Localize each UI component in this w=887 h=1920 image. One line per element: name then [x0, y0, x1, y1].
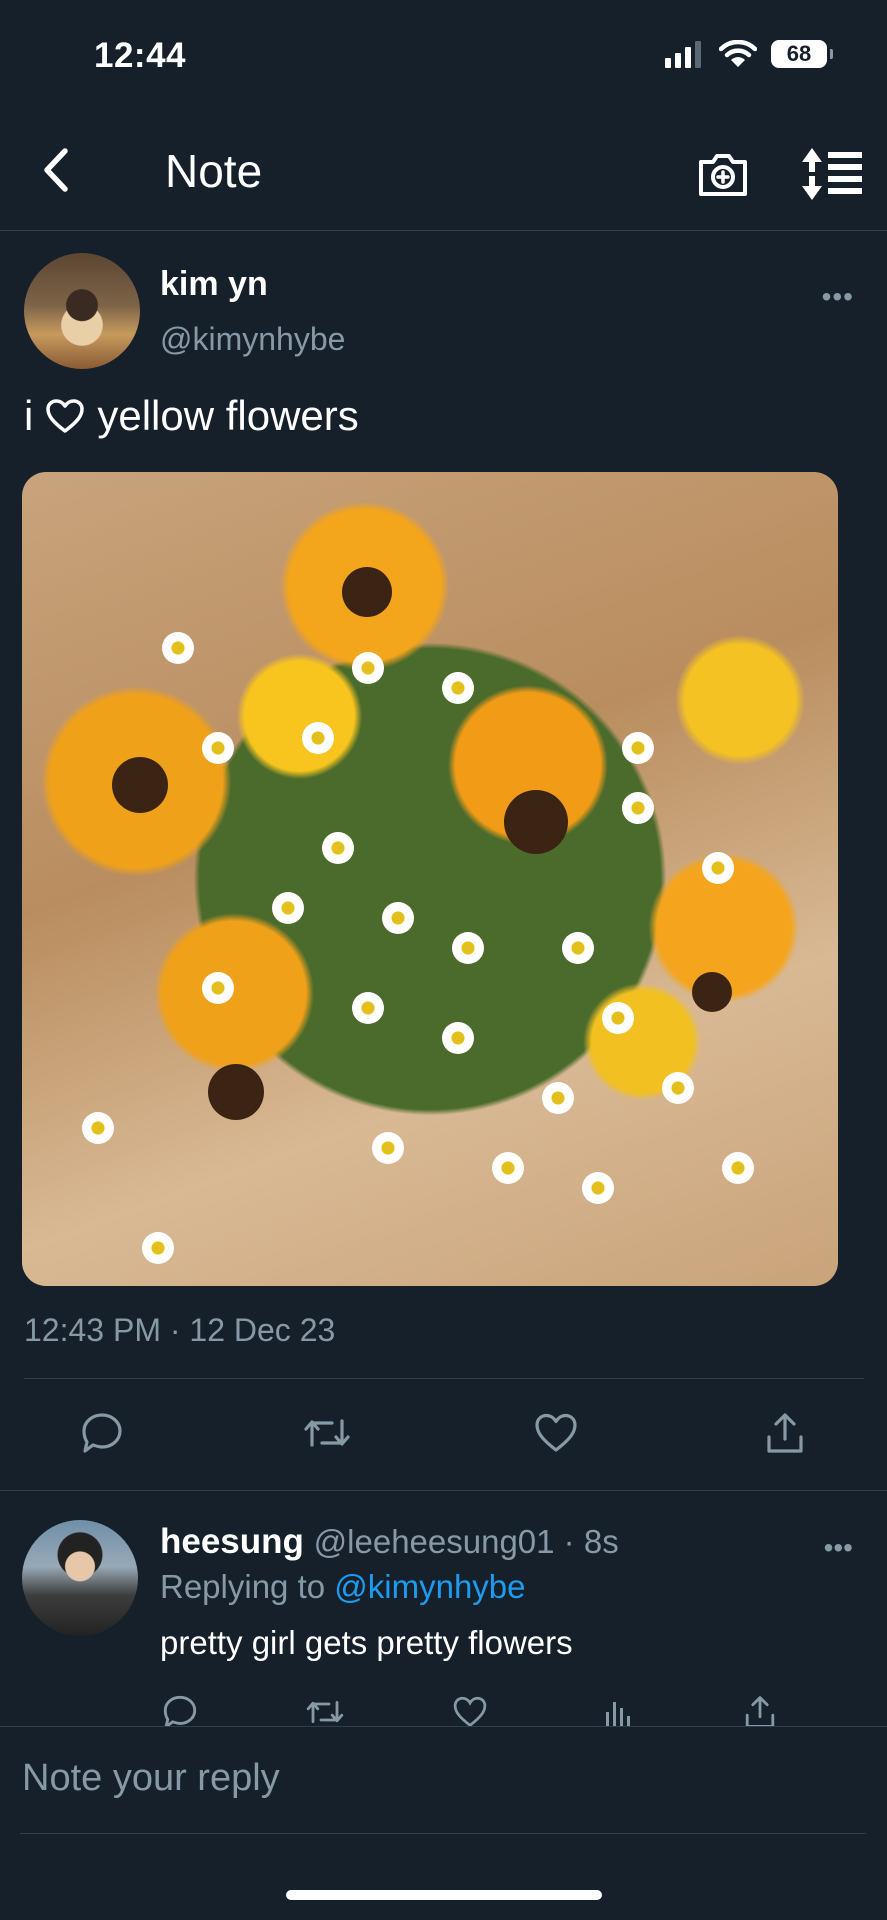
author-avatar[interactable] — [24, 253, 140, 369]
daisy — [272, 892, 304, 924]
reply-input[interactable] — [20, 1747, 864, 1809]
replying-to-prefix: Replying to — [160, 1568, 326, 1605]
replying-to: Replying to @kimynhybe — [160, 1568, 526, 1606]
tweet-actions — [0, 1408, 887, 1468]
daisy — [442, 1022, 474, 1054]
reply-tweet[interactable]: heesung @leeheesung01 · 8s ••• Replying … — [0, 1520, 887, 1730]
wifi-icon — [719, 40, 757, 67]
author-name[interactable]: kim yn — [160, 265, 268, 304]
tweet-text-end: yellow flowers — [97, 392, 359, 439]
nav-bar: Note — [0, 120, 887, 231]
retweet-icon — [304, 1419, 350, 1447]
camera-icon — [699, 154, 747, 196]
analytics-icon — [606, 1702, 630, 1726]
heart-icon — [46, 399, 85, 433]
back-button[interactable] — [28, 142, 84, 198]
status-bar: 12:44 68 — [0, 0, 887, 110]
sort-icon — [802, 148, 862, 200]
reply-author: heesung @leeheesung01 · 8s — [160, 1522, 619, 1562]
reply-text: pretty girl gets pretty flowers — [160, 1624, 573, 1661]
more-options-button[interactable]: ••• — [822, 281, 854, 313]
camera-button[interactable] — [695, 146, 751, 202]
daisy — [542, 1082, 574, 1114]
daisy — [322, 832, 354, 864]
daisy — [82, 1112, 114, 1144]
replying-to-link[interactable]: @kimynhybe — [334, 1568, 525, 1605]
daisy — [202, 732, 234, 764]
daisy — [562, 932, 594, 964]
daisy — [582, 1172, 614, 1204]
sort-button[interactable] — [800, 144, 864, 204]
author-handle[interactable]: @kimynhybe — [160, 321, 345, 358]
sunflower — [504, 790, 568, 854]
share-icon — [767, 1413, 803, 1453]
battery-level: 68 — [786, 41, 812, 66]
share-button[interactable] — [760, 1408, 810, 1458]
reply-author-name[interactable]: heesung — [160, 1522, 304, 1561]
tweet-text: i yellow flowers — [24, 392, 359, 440]
tweet-photo[interactable] — [22, 472, 838, 1286]
sunflower — [112, 757, 168, 813]
tweet-timestamp: 12:43 PM · 12 Dec 23 — [24, 1312, 336, 1348]
battery-indicator: 68 — [771, 40, 833, 68]
daisy — [302, 722, 334, 754]
sunflower — [692, 972, 732, 1012]
daisy — [382, 902, 414, 934]
reply-icon — [163, 1695, 197, 1730]
back-arrow-icon — [44, 148, 68, 192]
daisy — [702, 852, 734, 884]
divider — [24, 1378, 864, 1379]
status-icons: 68 — [665, 40, 833, 68]
tweet-header: kim yn @kimynhybe ••• — [24, 253, 864, 373]
compose-underline — [20, 1833, 866, 1834]
status-time: 12:44 — [94, 36, 187, 75]
daisy — [722, 1152, 754, 1184]
like-icon — [453, 1696, 487, 1728]
daisy — [442, 672, 474, 704]
daisy — [162, 632, 194, 664]
reply-author-handle: @leeheesung01 · 8s — [313, 1523, 619, 1560]
daisy — [662, 1072, 694, 1104]
daisy — [622, 792, 654, 824]
share-icon — [745, 1696, 775, 1728]
like-icon — [535, 1413, 577, 1452]
reply-avatar[interactable] — [22, 1520, 138, 1636]
tweet-text-start: i — [24, 392, 34, 439]
daisy — [202, 972, 234, 1004]
sunflower — [342, 567, 392, 617]
daisy — [602, 1002, 634, 1034]
signal-icon — [665, 41, 701, 68]
reply-icon — [82, 1413, 122, 1453]
reply-button[interactable] — [77, 1408, 127, 1458]
sunflower — [208, 1064, 264, 1120]
daisy — [452, 932, 484, 964]
daisy — [142, 1232, 174, 1264]
retweet-button[interactable] — [302, 1408, 352, 1458]
divider — [0, 1490, 887, 1491]
like-button[interactable] — [531, 1408, 581, 1458]
daisy — [352, 652, 384, 684]
daisy — [492, 1152, 524, 1184]
home-indicator[interactable] — [286, 1890, 602, 1900]
daisy — [352, 992, 384, 1024]
daisy — [372, 1132, 404, 1164]
page-title: Note — [165, 145, 263, 197]
reply-more-button[interactable]: ••• — [824, 1532, 853, 1564]
retweet-icon — [306, 1701, 344, 1724]
compose-bar — [0, 1726, 887, 1837]
daisy — [622, 732, 654, 764]
